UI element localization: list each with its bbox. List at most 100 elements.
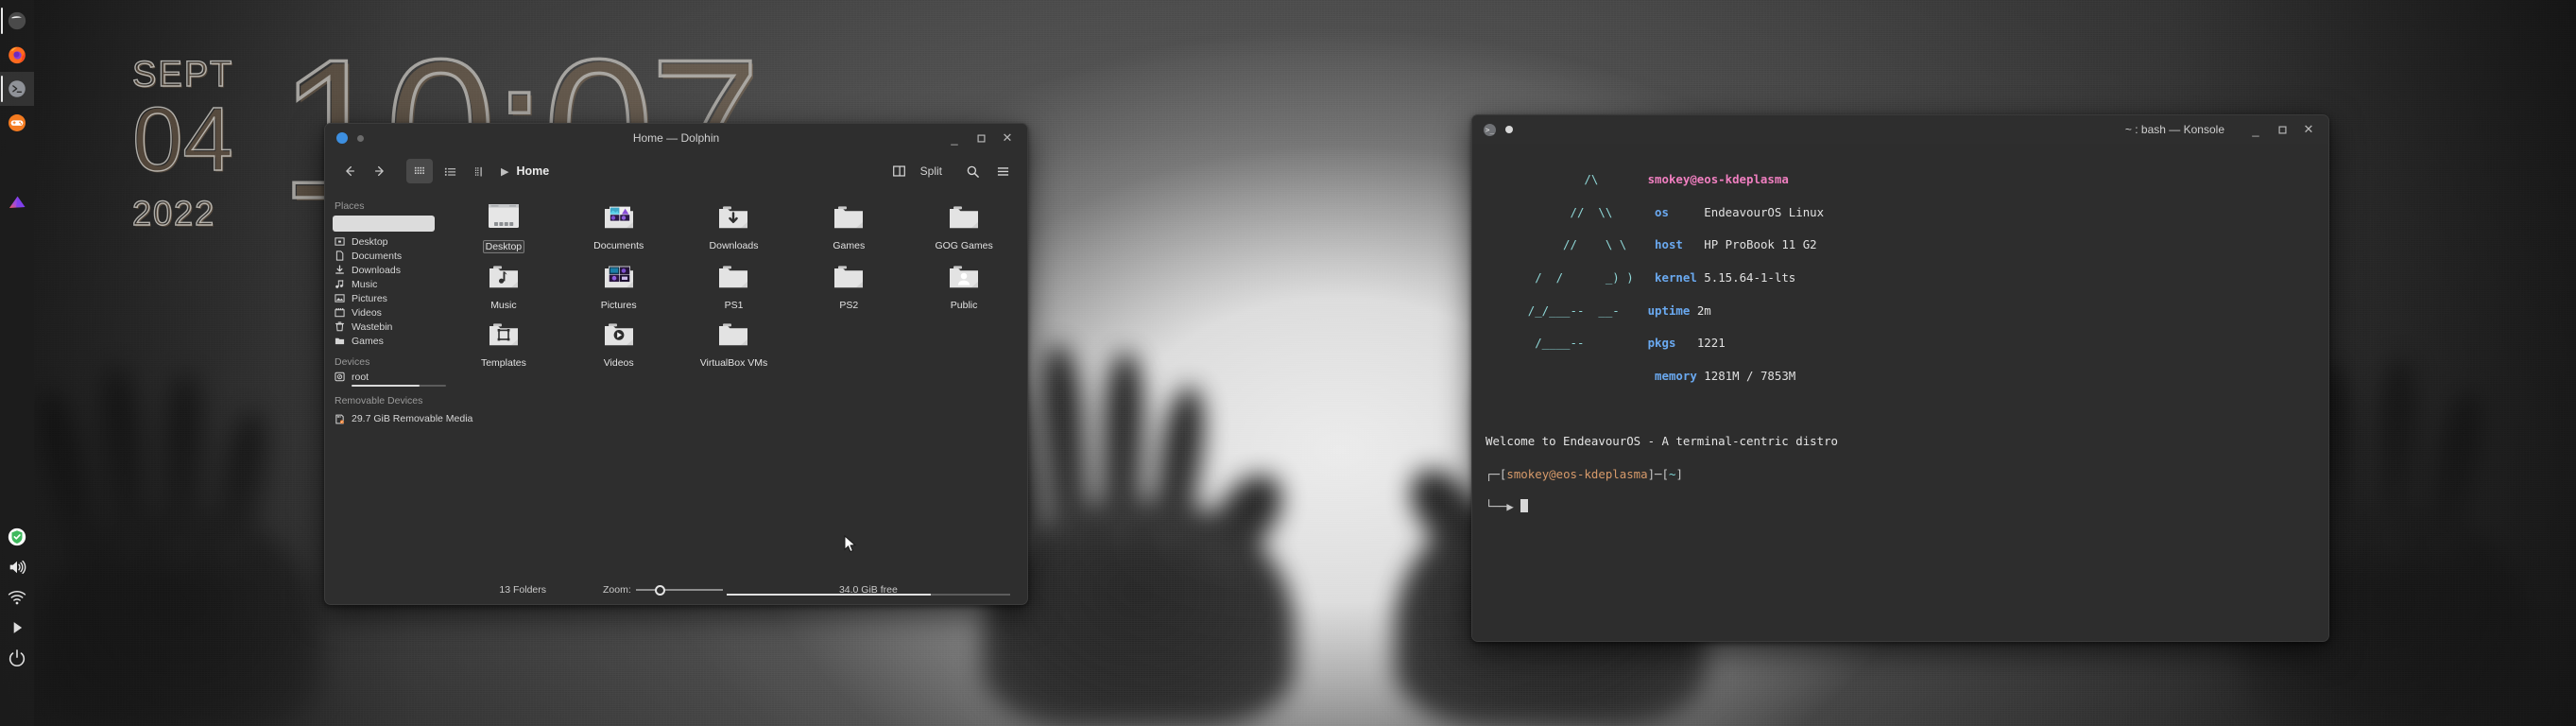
folder-icon xyxy=(335,337,345,345)
dolphin-titlebar[interactable]: Home — Dolphin _ ✕ xyxy=(325,124,1027,152)
dolphin-secondary-indicator-icon[interactable] xyxy=(357,134,364,142)
menu-button[interactable] xyxy=(989,159,1016,183)
split-view-icon xyxy=(893,165,906,177)
forward-button[interactable] xyxy=(367,159,393,183)
konsole-maximize-button[interactable] xyxy=(2270,118,2294,141)
file-item[interactable]: Videos xyxy=(561,315,677,369)
compact-view-icon xyxy=(444,167,455,176)
view-details-button[interactable] xyxy=(467,159,493,183)
file-item[interactable]: Public xyxy=(906,257,1022,311)
file-item[interactable]: Pictures xyxy=(561,257,677,311)
sidebar-item-desktop[interactable]: Desktop xyxy=(331,234,438,249)
split-label[interactable]: Split xyxy=(920,164,942,178)
sidebar-item-music[interactable]: Music xyxy=(331,277,438,291)
sidebar-item-games[interactable]: Games xyxy=(331,334,438,348)
sidebar-item-pictures[interactable]: Pictures xyxy=(331,291,438,305)
desktop[interactable]: 10:07 SEPT 04 2022 xyxy=(0,0,2576,726)
tray-item-updates[interactable] xyxy=(0,522,34,552)
terminal-line: Welcome to EndeavourOS - A terminal-cent… xyxy=(1485,433,2328,449)
terminal-line: /____-- pkgs 1221 xyxy=(1485,336,1726,351)
tray-item-volume[interactable] xyxy=(0,552,34,582)
view-icons-button[interactable] xyxy=(406,159,433,183)
back-button[interactable] xyxy=(336,159,363,183)
dolphin-close-button[interactable]: ✕ xyxy=(995,127,1020,149)
tray-item-network[interactable] xyxy=(0,582,34,613)
fetch-value: 5.15.64-1-lts xyxy=(1704,270,1796,285)
fetch-key: uptime xyxy=(1647,302,1691,318)
sidebar-item-downloads[interactable]: Downloads xyxy=(331,263,438,277)
dolphin-file-view[interactable]: Desktop Documents Downloads Games GOG Ga… xyxy=(438,190,1027,578)
search-icon xyxy=(967,165,979,178)
folder-templates-icon xyxy=(483,319,524,354)
konsole-titlebar[interactable]: >_ ~ : bash — Konsole _ ✕ xyxy=(1472,115,2328,144)
sidebar-item-documents[interactable]: Documents xyxy=(331,249,438,263)
file-label: VirtualBox VMs xyxy=(699,357,768,369)
file-item[interactable]: Games xyxy=(791,198,906,253)
search-button[interactable] xyxy=(959,159,986,183)
file-label: Documents xyxy=(593,240,644,251)
document-icon xyxy=(335,251,344,261)
file-label: Pictures xyxy=(600,300,637,311)
file-item[interactable]: PS1 xyxy=(677,257,792,311)
file-item[interactable]: VirtualBox VMs xyxy=(677,315,792,369)
view-compact-button[interactable] xyxy=(437,159,463,183)
file-item[interactable]: Downloads xyxy=(677,198,792,253)
file-item[interactable]: Documents xyxy=(561,198,677,253)
file-grid: Desktop Documents Downloads Games GOG Ga… xyxy=(446,198,1022,369)
dock-item-konsole[interactable] xyxy=(0,72,34,106)
dolphin-minimize-button[interactable]: _ xyxy=(942,127,967,149)
trash-icon xyxy=(335,321,345,332)
sidebar-item-removable-media[interactable]: 29.7 GiB Removable Media xyxy=(331,410,472,427)
prompt-prefix: ┌─[ xyxy=(1485,466,1507,481)
sidebar-label: Videos xyxy=(352,306,382,319)
file-item[interactable]: Templates xyxy=(446,315,561,369)
zoom-slider-handle[interactable] xyxy=(655,584,666,596)
sidebar-item-root-device[interactable]: root xyxy=(331,372,446,387)
prompt-second-line: └──▶ xyxy=(1485,499,1521,514)
file-item[interactable]: PS2 xyxy=(791,257,906,311)
places-search-input[interactable] xyxy=(333,216,435,232)
dolphin-sidebar[interactable]: Places Desktop Documents Downloads Music… xyxy=(325,190,472,578)
folder-icon xyxy=(828,261,869,297)
free-space-indicator[interactable]: 34.0 GiB free xyxy=(723,584,1014,596)
play-icon xyxy=(13,622,23,633)
left-panel-dock[interactable] xyxy=(0,0,34,726)
konsole-activity-indicator-icon[interactable] xyxy=(1505,126,1513,133)
fetch-key: os xyxy=(1655,204,1669,219)
dolphin-window[interactable]: Home — Dolphin _ ✕ ▶ Home Split Places D… xyxy=(324,123,1028,605)
tray-item-power[interactable] xyxy=(0,643,34,673)
fetch-key: memory xyxy=(1655,368,1697,383)
dolphin-toolbar[interactable]: ▶ Home Split xyxy=(325,152,1027,190)
file-label: PS1 xyxy=(724,300,744,311)
zoom-control[interactable]: Zoom: xyxy=(603,583,723,596)
breadcrumb-home[interactable]: Home xyxy=(516,164,549,178)
terminal-icon[interactable]: >_ xyxy=(1484,123,1496,136)
sidebar-item-wastebin[interactable]: Wastebin xyxy=(331,320,438,334)
konsole-window[interactable]: >_ ~ : bash — Konsole _ ✕ /\ smokey@eos-… xyxy=(1471,114,2329,642)
tray-item-media[interactable] xyxy=(0,613,34,643)
dock-item-endeavouros-launcher[interactable] xyxy=(0,185,34,219)
sidebar-item-videos[interactable]: Videos xyxy=(331,305,438,320)
wifi-icon xyxy=(8,591,26,605)
dock-item-firefox[interactable] xyxy=(0,38,34,72)
dock-item-games[interactable] xyxy=(0,106,34,140)
split-view-button[interactable] xyxy=(886,159,913,183)
konsole-terminal-output[interactable]: /\ smokey@eos-kdeplasma // \\ os Endeavo… xyxy=(1472,144,2328,641)
folder-count: 13 Folders xyxy=(499,584,546,596)
dolphin-maximize-button[interactable] xyxy=(969,127,993,149)
terminal-line: /\ smokey@eos-kdeplasma xyxy=(1485,172,1789,187)
file-item[interactable]: Desktop xyxy=(446,198,561,253)
prompt-mid: ]─[ xyxy=(1647,466,1669,481)
konsole-close-button[interactable]: ✕ xyxy=(2296,118,2321,141)
file-item[interactable]: GOG Games xyxy=(906,198,1022,253)
terminal-line: /_/___-- __- uptime 2m xyxy=(1485,302,1711,318)
konsole-minimize-button[interactable]: _ xyxy=(2243,118,2268,141)
dolphin-tab-indicator-icon[interactable] xyxy=(336,132,348,144)
file-item[interactable]: Music xyxy=(446,257,561,311)
file-label: PS2 xyxy=(839,300,859,311)
terminal-line: └──▶ xyxy=(1485,498,2328,514)
folder-download-icon xyxy=(713,201,754,237)
dock-item-dolphin[interactable] xyxy=(0,4,34,38)
zoom-slider[interactable] xyxy=(635,583,723,596)
